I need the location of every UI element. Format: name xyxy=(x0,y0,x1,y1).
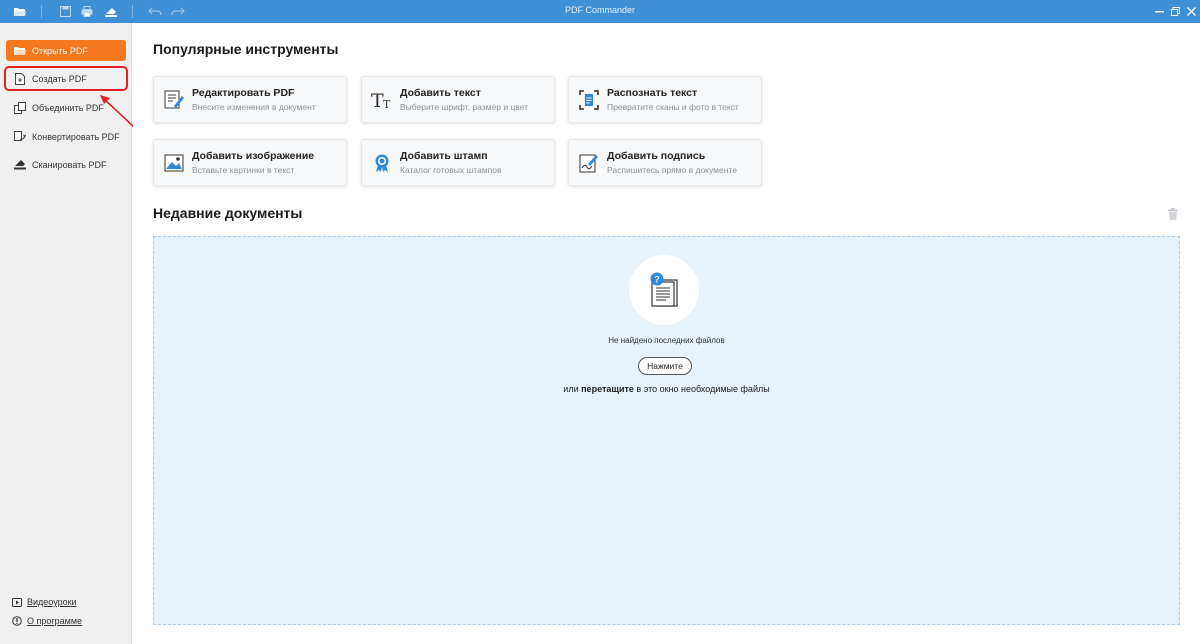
popular-tools-heading: Популярные инструменты xyxy=(153,41,339,57)
edit-pdf-icon xyxy=(163,89,185,111)
svg-text:T: T xyxy=(383,98,391,110)
convert-icon xyxy=(14,130,26,143)
sidebar-item-create-pdf[interactable]: Создать PDF xyxy=(4,66,128,91)
tool-title: Редактировать PDF xyxy=(192,87,295,99)
ocr-icon xyxy=(578,89,600,111)
sidebar-item-label: Создать PDF xyxy=(32,73,87,84)
title-bar: PDF Commander xyxy=(0,0,1200,23)
tool-title: Добавить изображение xyxy=(192,150,315,162)
video-tutorials-label: Видеоуроки xyxy=(27,597,77,607)
tool-title: Добавить текст xyxy=(400,87,481,99)
tool-title: Добавить штамп xyxy=(400,150,488,162)
sidebar-item-scan-pdf[interactable]: Сканировать PDF xyxy=(6,154,126,175)
svg-text:?: ? xyxy=(654,275,660,285)
main-panel: Популярные инструменты Редактировать PDF… xyxy=(133,23,1200,644)
tool-subtitle: Распишитесь прямо в документе xyxy=(607,165,737,175)
drag-hint: или перетащите в это окно необходимые фа… xyxy=(154,384,1179,394)
tool-card-add-image[interactable]: Добавить изображение Вставьте картинки в… xyxy=(153,139,347,186)
no-files-illustration: ? xyxy=(629,255,699,325)
recent-documents-heading: Недавние документы xyxy=(153,205,303,221)
tool-subtitle: Вставьте картинки в текст xyxy=(192,165,295,175)
tool-subtitle: Каталог готовых штампов xyxy=(400,165,502,175)
window-title: PDF Commander xyxy=(564,5,636,15)
trash-icon[interactable] xyxy=(1167,207,1179,220)
no-recent-files-text: Не найдено последних файлов xyxy=(608,336,725,345)
info-icon xyxy=(12,616,22,626)
open-folder-icon xyxy=(14,45,26,57)
tool-subtitle: Внесите изменения в документ xyxy=(192,102,316,112)
sidebar-item-label: Объединить PDF xyxy=(32,102,104,113)
about-link[interactable]: О программе xyxy=(12,616,82,626)
image-icon xyxy=(163,152,185,174)
video-tutorials-link[interactable]: Видеоуроки xyxy=(12,597,77,607)
scanner-icon xyxy=(14,159,26,171)
about-label: О программе xyxy=(27,616,83,626)
recent-files-dropzone[interactable]: ? Не найдено последних файлов Нажмите ил… xyxy=(153,236,1180,625)
drag-hint-suffix: в это окно необходимые файлы xyxy=(636,384,770,394)
drag-hint-bold: перетащите xyxy=(581,384,634,394)
close-icon[interactable] xyxy=(1182,3,1200,20)
tool-card-add-signature[interactable]: Добавить подпись Распишитесь прямо в док… xyxy=(568,139,762,186)
stamp-icon xyxy=(371,152,393,174)
tool-subtitle: Выберите шрифт, размер и цвет xyxy=(400,102,529,112)
tool-card-add-text[interactable]: TT Добавить текст Выберите шрифт, размер… xyxy=(361,76,555,123)
document-question-icon: ? xyxy=(650,272,678,307)
tool-title: Распознать текст xyxy=(607,87,698,99)
signature-icon xyxy=(578,152,600,174)
browse-files-button[interactable]: Нажмите xyxy=(638,357,692,375)
tool-title: Добавить подпись xyxy=(607,150,706,162)
video-icon xyxy=(12,597,22,607)
sidebar-item-label: Сканировать PDF xyxy=(32,159,107,170)
tool-card-ocr[interactable]: Распознать текст Превратите сканы и фото… xyxy=(568,76,762,123)
tool-subtitle: Превратите сканы и фото в текст xyxy=(607,102,739,112)
tool-card-edit-pdf[interactable]: Редактировать PDF Внесите изменения в до… xyxy=(153,76,347,123)
merge-icon xyxy=(14,101,26,114)
sidebar-item-open-pdf[interactable]: Открыть PDF xyxy=(6,40,126,61)
tool-card-add-stamp[interactable]: Добавить штамп Каталог готовых штампов xyxy=(361,139,555,186)
sidebar-item-label: Открыть PDF xyxy=(32,45,88,56)
drag-hint-prefix: или xyxy=(563,384,579,394)
text-icon: TT xyxy=(371,89,393,111)
new-document-icon xyxy=(14,72,26,85)
